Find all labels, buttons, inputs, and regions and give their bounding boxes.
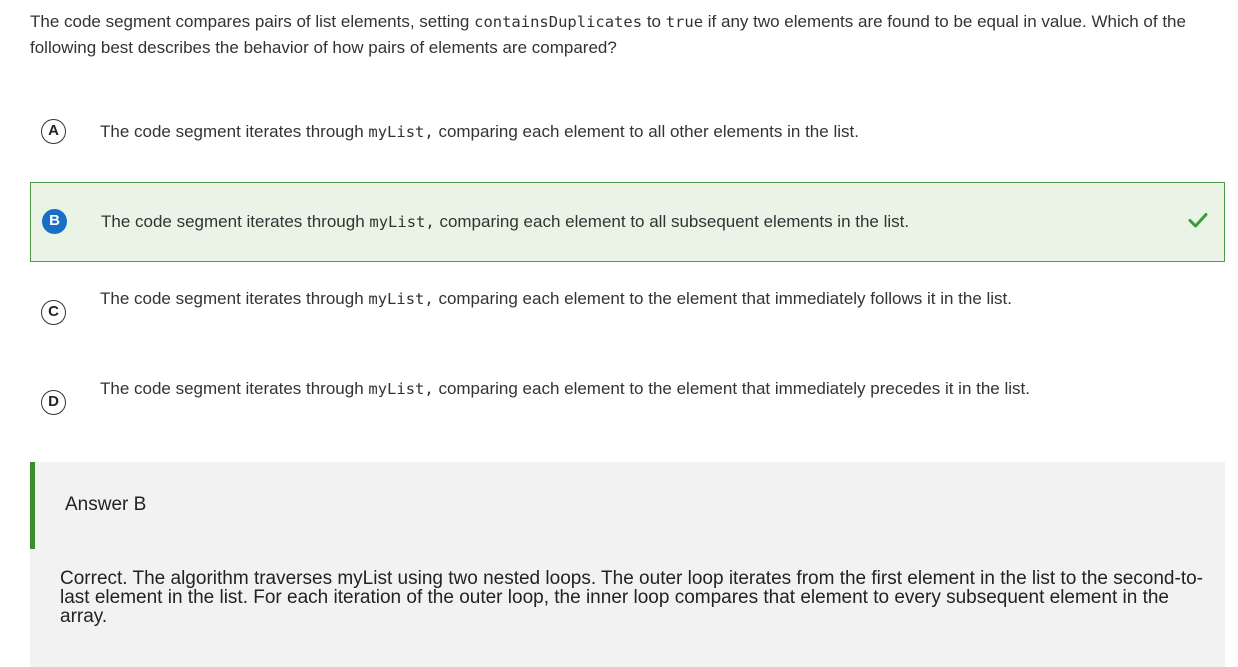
question-code-value: true <box>665 13 704 31</box>
question-part-1: The code segment compares pairs of list … <box>30 12 475 31</box>
option-c-text-before: The code segment iterates through <box>100 289 369 308</box>
answer-option-a[interactable]: A The code segment iterates through myLi… <box>30 112 1225 152</box>
checkmark-icon <box>1188 213 1208 228</box>
question-code-variable: containsDuplicates <box>474 13 643 31</box>
option-b-text: The code segment iterates through myList… <box>101 209 1161 235</box>
option-b-text-after: comparing each element to all subsequent… <box>434 212 910 231</box>
answer-option-d[interactable]: D The code segment iterates through myLi… <box>30 374 1225 434</box>
option-letter-b-badge: B <box>42 209 67 234</box>
option-b-code: myList, <box>369 213 435 231</box>
option-a-text: The code segment iterates through myList… <box>100 119 1200 145</box>
option-a-text-after: comparing each element to all other elem… <box>433 122 859 141</box>
option-d-text-after: comparing each element to the element th… <box>433 379 1030 398</box>
answer-explanation-panel: Answer B Correct. The algorithm traverse… <box>30 462 1225 667</box>
option-c-text: The code segment iterates through myList… <box>100 286 1030 312</box>
option-c-code: myList, <box>368 290 434 308</box>
option-letter-d-badge: D <box>41 390 66 415</box>
answer-title: Answer B <box>65 494 147 515</box>
option-d-text: The code segment iterates through myList… <box>100 376 1050 402</box>
option-d-code: myList, <box>368 380 434 398</box>
question-part-2: to <box>642 12 666 31</box>
question-text: The code segment compares pairs of list … <box>30 9 1220 60</box>
option-c-text-after: comparing each element to the element th… <box>433 289 1013 308</box>
option-a-text-before: The code segment iterates through <box>100 122 369 141</box>
answer-option-c[interactable]: C The code segment iterates through myLi… <box>30 284 1225 344</box>
option-letter-a-badge: A <box>41 119 66 144</box>
option-a-code: myList, <box>368 123 434 141</box>
answer-explanation-text: Correct. The algorithm traverses myList … <box>60 568 1203 627</box>
option-d-text-before: The code segment iterates through <box>100 379 369 398</box>
answer-option-b[interactable]: B The code segment iterates through myLi… <box>30 182 1225 262</box>
answer-accent-bar <box>30 462 35 549</box>
option-letter-c-badge: C <box>41 300 66 325</box>
option-b-text-before: The code segment iterates through <box>101 212 370 231</box>
